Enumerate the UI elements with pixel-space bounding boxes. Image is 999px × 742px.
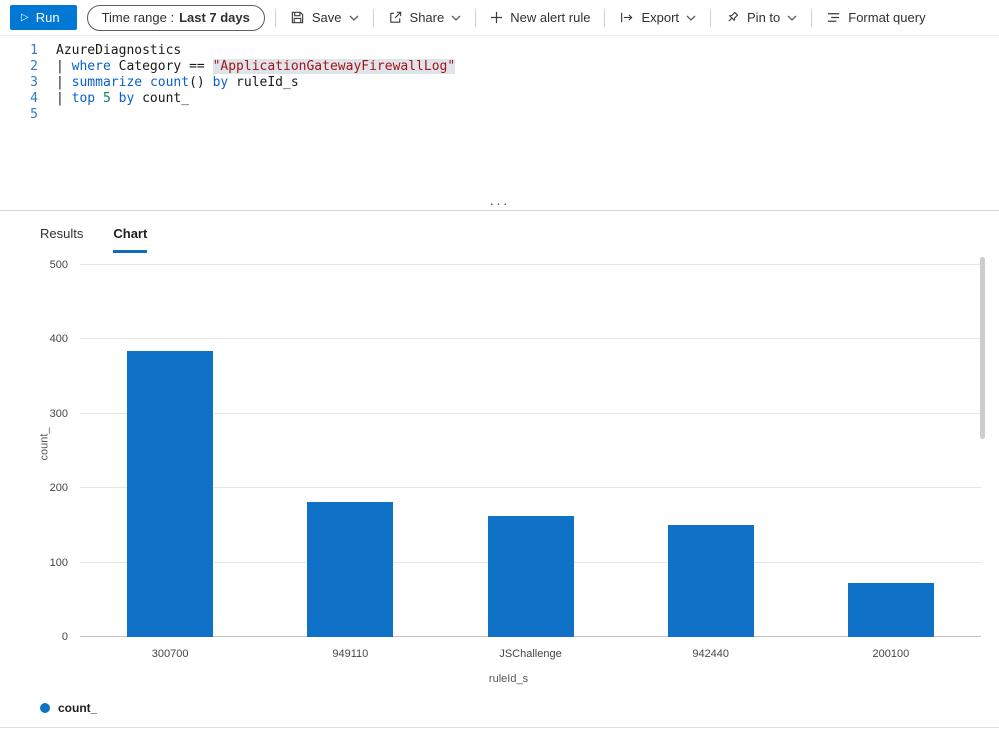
export-button[interactable]: Export	[615, 4, 700, 32]
y-tick-label: 200	[49, 482, 68, 495]
gridline	[80, 412, 981, 414]
toolbar-separator	[811, 8, 813, 27]
x-tick-label: 200100	[872, 648, 910, 660]
chevron-down-icon	[349, 15, 358, 21]
line-number: 4	[30, 91, 38, 106]
splitter-handle-icon[interactable]: ···	[490, 196, 510, 210]
legend-color-dot	[40, 703, 50, 713]
legend-label: count_	[58, 701, 98, 715]
editor-line[interactable]: 3 | summarize count() by ruleId_s	[0, 75, 999, 91]
share-button[interactable]: Share	[384, 4, 466, 32]
results-tabbar: Results Chart	[0, 211, 999, 253]
save-icon	[291, 11, 304, 24]
gridline	[80, 487, 981, 489]
toolbar-separator	[604, 8, 606, 27]
chevron-down-icon	[787, 15, 797, 21]
chevron-down-icon	[686, 15, 696, 21]
query-editor[interactable]: 1 AzureDiagnostics 2 | where Category == "A…	[0, 36, 999, 198]
export-icon	[621, 12, 633, 23]
y-tick-label: 400	[49, 333, 68, 346]
code-text: AzureDiagnostics	[56, 43, 182, 58]
y-axis-labels: 0 100 200 300 400 500	[30, 259, 76, 643]
line-number: 3	[30, 75, 38, 90]
bar-chart: count_ 0 100 200 300 400 500 300700 949110 JSCh…	[30, 253, 987, 693]
export-label: Export	[641, 10, 680, 25]
y-tick-label: 500	[49, 259, 68, 271]
bottom-divider	[0, 727, 999, 728]
tab-results[interactable]: Results	[40, 226, 83, 253]
chart-legend[interactable]: count_	[0, 693, 999, 723]
toolbar-separator	[274, 8, 276, 27]
bar-200100[interactable]	[847, 583, 934, 637]
time-range-value: Last 7 days	[179, 10, 250, 25]
line-number: 1	[30, 43, 38, 58]
run-button[interactable]: ▷ Run	[10, 5, 77, 30]
code-text: | summarize count() by ruleId_s	[56, 75, 299, 90]
play-icon: ▷	[21, 11, 29, 23]
toolbar: ▷ Run Time range : Last 7 days Save Shar…	[0, 0, 999, 36]
time-range-picker[interactable]: Time range : Last 7 days	[86, 4, 265, 31]
share-label: Share	[409, 10, 445, 25]
format-query-label: Format query	[848, 10, 926, 25]
tab-chart[interactable]: Chart	[113, 226, 148, 253]
x-tick-label: 942440	[692, 648, 730, 660]
new-alert-rule-label: New alert rule	[510, 10, 591, 25]
gridline	[80, 338, 981, 340]
line-number: 5	[30, 107, 38, 122]
pin-icon	[728, 11, 739, 22]
time-range-label: Time range :	[101, 10, 175, 25]
bar-949110[interactable]	[307, 502, 394, 637]
chevron-down-icon	[451, 15, 461, 21]
pane-splitter[interactable]: ···	[0, 196, 999, 211]
results-pane: Results Chart count_ 0 100 200 300 400 500 30…	[0, 211, 999, 728]
code-text: | where Category == "ApplicationGatewayF…	[56, 59, 456, 74]
pin-to-label: Pin to	[747, 10, 781, 25]
toolbar-separator	[475, 8, 477, 27]
code-text: | top 5 by count_	[56, 91, 190, 106]
x-axis-title: ruleId_s	[488, 673, 529, 685]
editor-line[interactable]: 1 AzureDiagnostics	[0, 43, 999, 59]
plus-icon	[491, 11, 503, 24]
save-button[interactable]: Save	[286, 4, 363, 32]
format-query-button[interactable]: Format query	[822, 4, 929, 32]
vertical-scrollbar[interactable]	[980, 257, 985, 439]
editor-line[interactable]: 5	[0, 107, 999, 123]
gridline	[80, 264, 981, 265]
line-number: 2	[30, 59, 38, 74]
editor-line[interactable]: 2 | where Category == "ApplicationGateway…	[0, 59, 999, 75]
x-tick-label: JSChallenge	[499, 648, 562, 660]
editor-line[interactable]: 4 | top 5 by count_	[0, 91, 999, 107]
y-tick-label: 100	[49, 556, 68, 569]
bar-300700[interactable]	[127, 350, 214, 637]
y-tick-label: 300	[49, 407, 68, 420]
y-tick-label: 0	[61, 631, 68, 643]
save-label: Save	[311, 10, 342, 25]
format-query-icon	[828, 13, 840, 22]
run-label: Run	[35, 10, 60, 25]
chart-plot	[80, 264, 981, 637]
x-axis-labels: 300700 949110 JSChallenge 942440 200100	[80, 648, 981, 663]
x-tick-label: 949110	[332, 648, 369, 660]
bar-JSChallenge[interactable]	[487, 516, 574, 637]
pin-to-button[interactable]: Pin to	[721, 4, 801, 32]
x-tick-label: 300700	[151, 648, 189, 660]
new-alert-rule-button[interactable]: New alert rule	[486, 4, 594, 32]
toolbar-separator	[372, 8, 374, 27]
bar-942440[interactable]	[667, 524, 754, 637]
share-icon	[389, 11, 401, 23]
toolbar-separator	[710, 8, 712, 27]
